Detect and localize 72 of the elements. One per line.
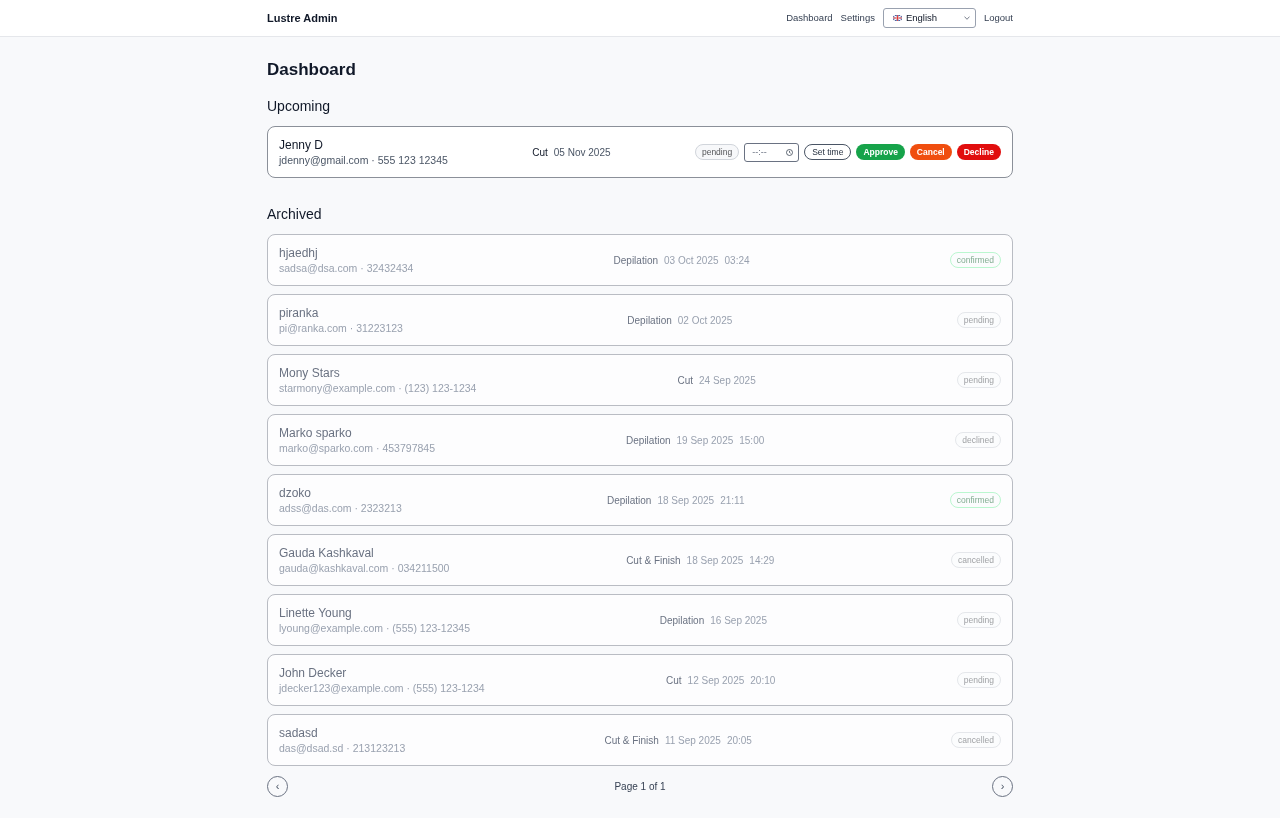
appointment-date: 11 Sep 2025: [664, 733, 721, 748]
language-select[interactable]: English: [882, 8, 976, 28]
customer-contact: pi@ranka.com · 31223123: [279, 321, 403, 335]
customer-contact: sadsa@dsa.com · 32432434: [279, 261, 414, 275]
appointment-time: 15:00: [739, 433, 765, 448]
section-heading: Archived: [267, 205, 323, 224]
status-label: cancelled: [951, 732, 1001, 748]
customer-contact: das@dsad.sd · 213123213: [279, 741, 406, 755]
appointment-date: 02 Oct 2025: [677, 313, 733, 328]
service-name: Cut: [666, 673, 682, 688]
appointment-date: 05 Nov 2025: [553, 145, 611, 160]
status-label: pending: [694, 144, 740, 160]
status-label: confirmed: [949, 252, 1001, 268]
appointment-time: 14:29: [749, 553, 775, 568]
action-button[interactable]: Decline: [956, 144, 1001, 160]
customer-name: Marko sparko: [279, 425, 353, 441]
service-name: Depilation: [606, 493, 652, 508]
appointment-time: 20:05: [726, 733, 752, 748]
brand-title: Lustre Admin: [267, 10, 338, 26]
status-label: pending: [956, 612, 1001, 628]
logout-link[interactable]: Logout: [983, 10, 1013, 26]
service-name: Depilation: [627, 313, 672, 328]
service-name: Cut & Finish: [604, 733, 659, 748]
service-name: Depilation: [613, 253, 659, 268]
status-label: pending: [956, 672, 1001, 688]
service-name: Cut & Finish: [626, 553, 681, 568]
clock-icon: [786, 148, 794, 156]
appointment-time: 21:11: [720, 493, 745, 508]
customer-name: piranka: [279, 305, 320, 321]
customer-contact: starmony@example.com · (123) 123-1234: [279, 381, 477, 395]
appointment-time: 20:10: [750, 673, 776, 688]
customer-contact: adss@das.com · 2323213: [279, 501, 402, 515]
status-label: pending: [956, 312, 1001, 328]
status-label: cancelled: [951, 552, 1001, 568]
appointment-date: 16 Sep 2025: [710, 613, 767, 628]
action-button[interactable]: Set time: [804, 144, 852, 160]
customer-contact: lyoung@example.com · (555) 123-12345: [279, 621, 470, 635]
customer-contact: jdecker123@example.com · (555) 123-1234: [279, 681, 485, 695]
section-heading: Upcoming: [267, 97, 332, 116]
nav-link[interactable]: Settings: [840, 10, 875, 26]
customer-name: Linette Young: [279, 605, 353, 621]
flag-icon: [892, 15, 902, 21]
service-name: Depilation: [659, 613, 705, 628]
appointment-date: 12 Sep 2025: [687, 673, 745, 688]
page-indicator: Page 1 of 1: [614, 780, 666, 794]
customer-contact: marko@sparko.com · 453797845: [279, 441, 435, 455]
appointment-time: 03:24: [724, 253, 750, 268]
customer-contact: gauda@kashkaval.com · 034211500: [279, 561, 450, 575]
status-label: pending: [956, 372, 1001, 388]
appointment-date: 18 Sep 2025: [657, 493, 715, 508]
customer-contact: jdenny@gmail.com · 555 123 12345: [279, 153, 448, 167]
appointment-date: 03 Oct 2025: [664, 253, 719, 268]
nav-link[interactable]: Dashboard: [786, 10, 833, 26]
customer-name: Jenny D: [279, 137, 325, 153]
service-name: Cut: [532, 145, 548, 160]
status-label: confirmed: [949, 492, 1001, 508]
customer-name: sadasd: [279, 725, 319, 741]
page-title: Dashboard: [267, 59, 357, 81]
customer-name: John Decker: [279, 665, 348, 681]
service-name: Cut: [677, 373, 693, 388]
time-input[interactable]: --:--: [744, 142, 800, 162]
customer-name: Mony Stars: [279, 365, 341, 381]
customer-name: dzoko: [279, 485, 313, 501]
chevron-down-icon: [963, 16, 970, 20]
action-button[interactable]: Cancel: [909, 144, 952, 160]
appointment-date: 19 Sep 2025: [676, 433, 734, 448]
status-label: declined: [955, 432, 1001, 448]
customer-name: Gauda Kashkaval: [279, 545, 375, 561]
service-name: Depilation: [626, 433, 671, 448]
appointment-date: 18 Sep 2025: [686, 553, 744, 568]
customer-name: hjaedhj: [279, 245, 319, 261]
appointment-date: 24 Sep 2025: [699, 373, 756, 388]
